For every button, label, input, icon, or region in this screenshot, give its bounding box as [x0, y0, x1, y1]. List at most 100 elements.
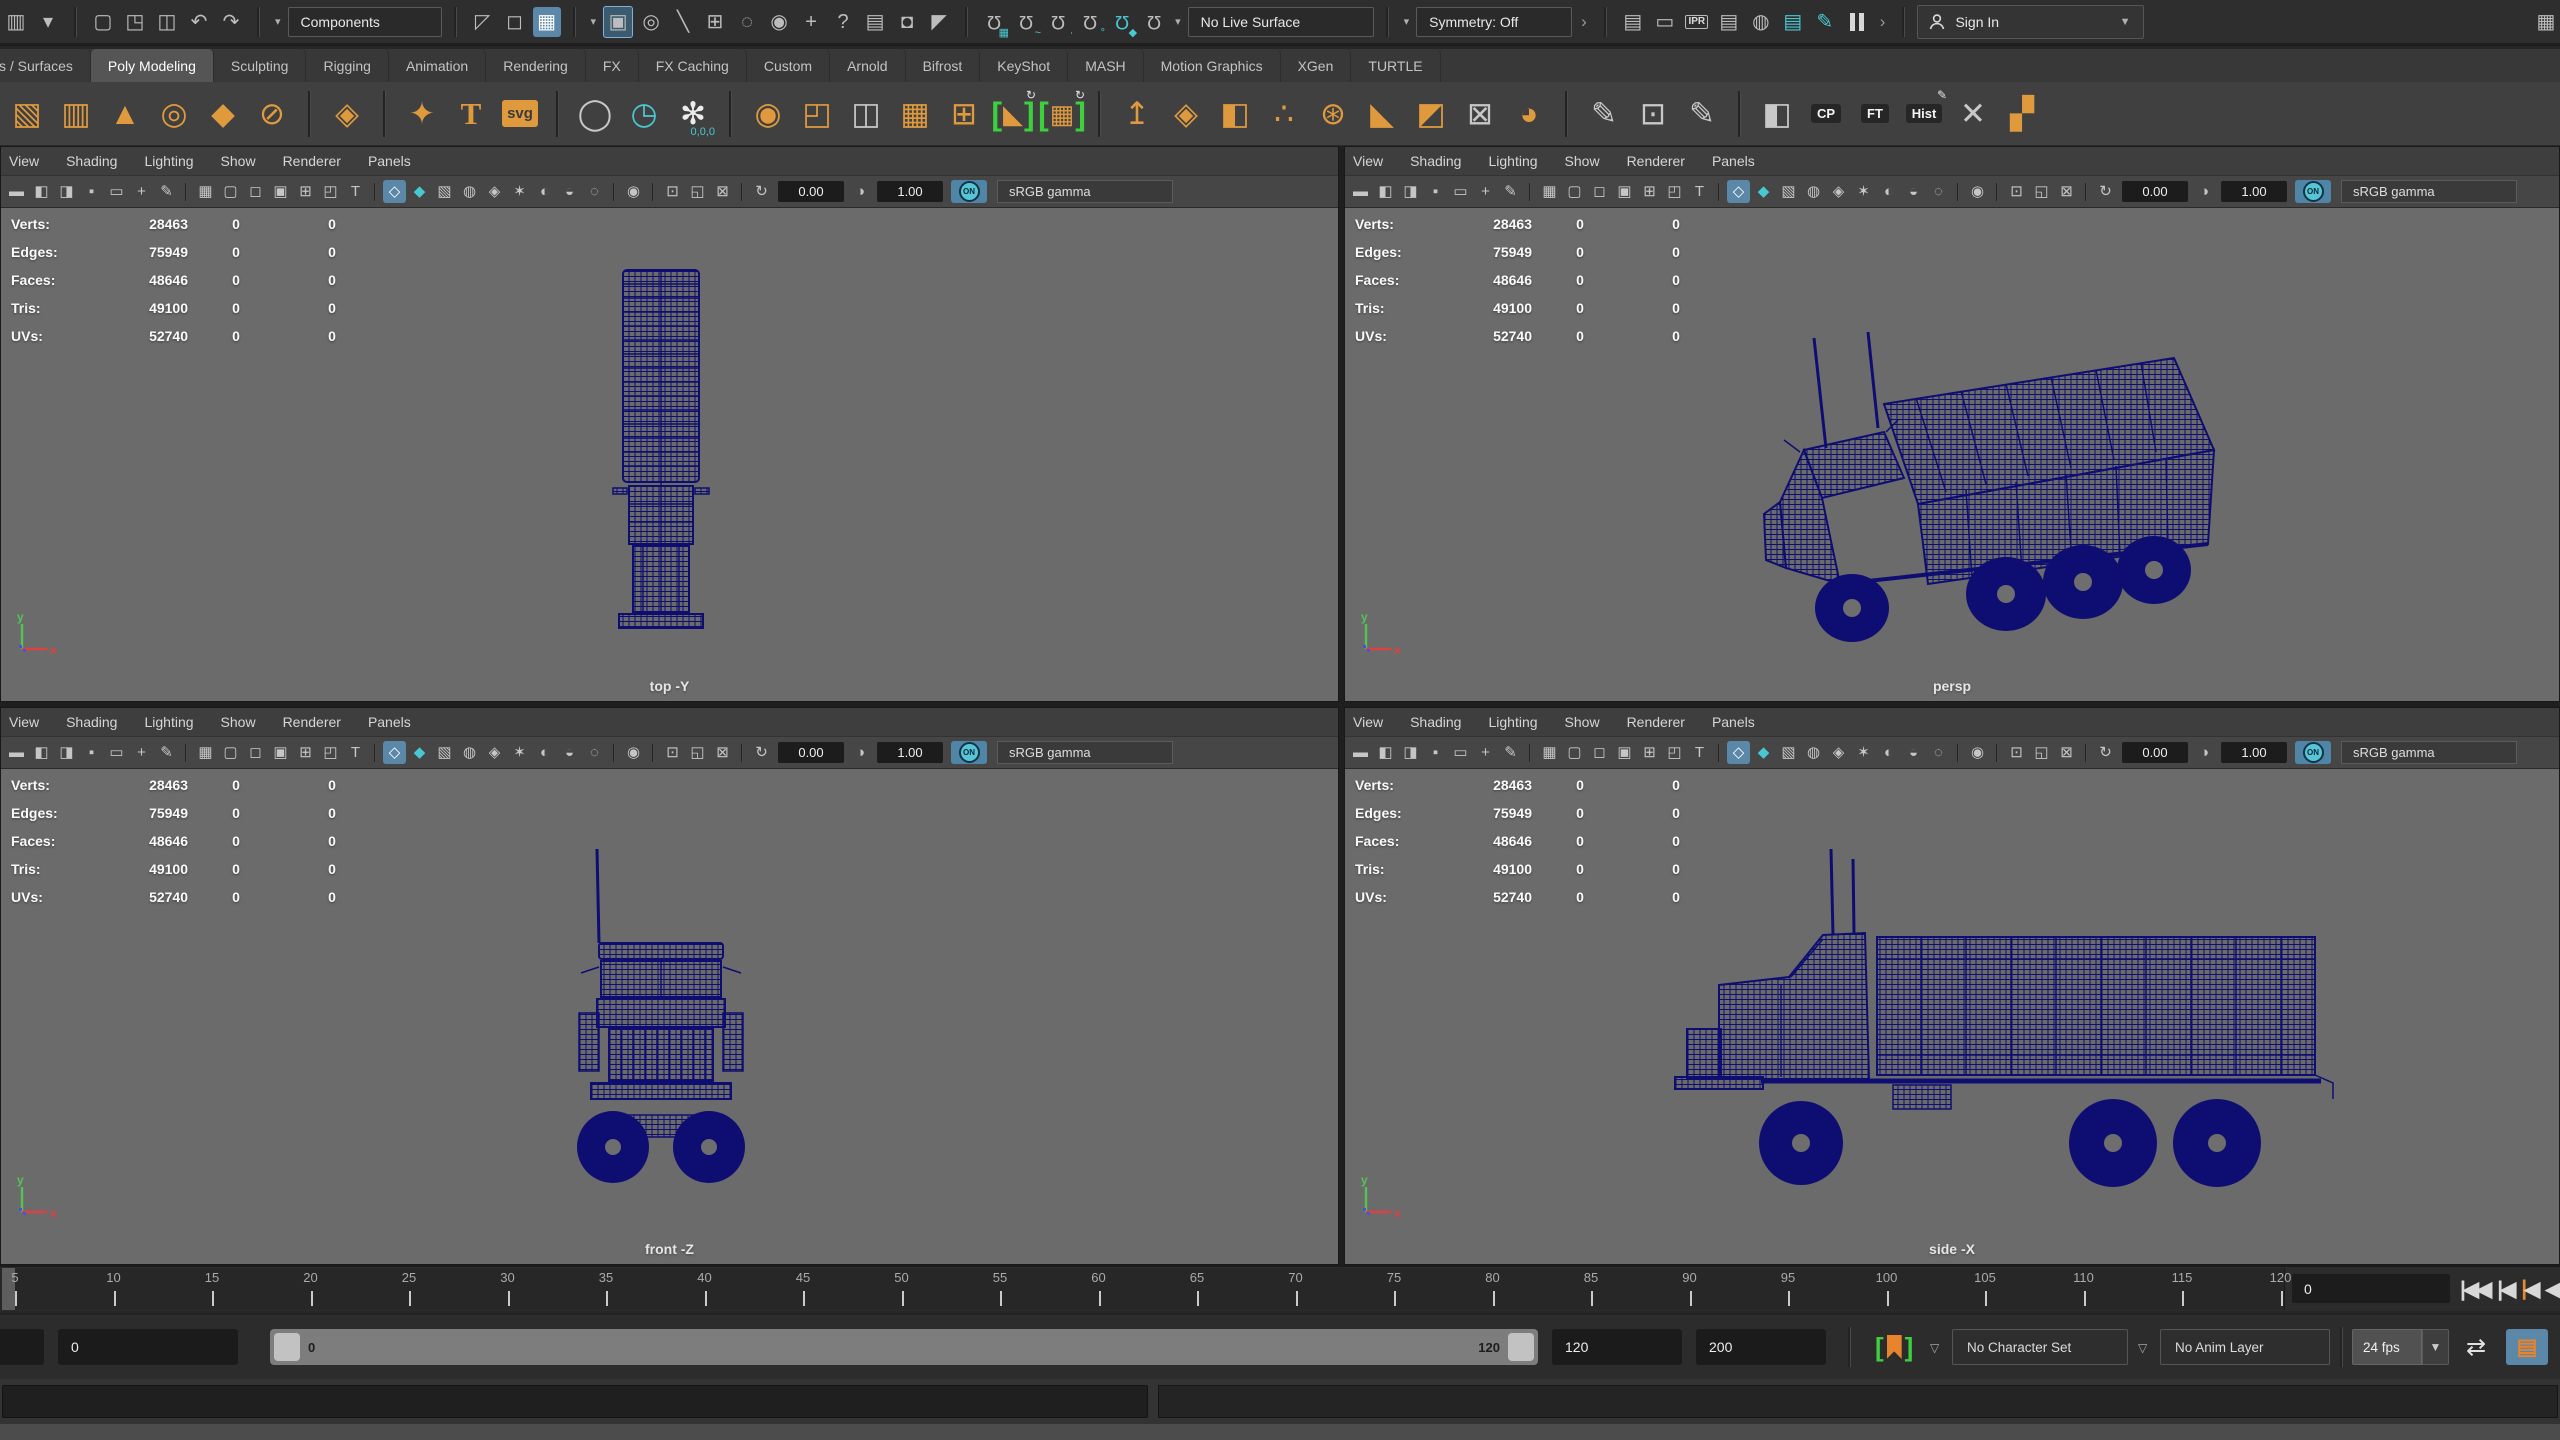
render-view-icon[interactable]: ▤ [1619, 7, 1647, 37]
colorspace-dropdown[interactable]: sRGB gamma [2341, 180, 2517, 203]
sculpt-icon[interactable]: ◕ [1508, 92, 1550, 136]
symmetry-dropdown[interactable]: Symmetry: Off [1416, 7, 1572, 37]
select-component-icon[interactable]: ▦ [533, 7, 561, 37]
snap-projected-center-icon[interactable]: Ω° [1076, 7, 1104, 37]
textured-icon[interactable]: ▧ [433, 741, 456, 764]
grid-icon[interactable]: ▦ [1538, 180, 1561, 203]
color-management-toggle[interactable]: ON [951, 741, 987, 764]
grid-icon[interactable]: ▦ [194, 180, 217, 203]
lights-icon[interactable]: ✶ [508, 180, 531, 203]
poly-cone-icon[interactable]: ▲ [104, 92, 146, 136]
duplicate-view-icon[interactable]: ◱ [2030, 741, 2053, 764]
gamma-field[interactable]: 1.00 [877, 181, 943, 202]
viewport-canvas[interactable]: Verts:2846300Edges:7594900Faces:4864600T… [1, 769, 1338, 1264]
file-new-icon[interactable]: ▢ [89, 7, 117, 37]
lights-icon[interactable]: ✶ [508, 741, 531, 764]
redo-icon[interactable]: ↷ [217, 7, 245, 37]
clock-icon[interactable]: ◷ [623, 92, 665, 136]
gamma-field[interactable]: 1.00 [877, 742, 943, 763]
image-plane-icon[interactable]: ▭ [105, 180, 128, 203]
wireframe-on-shaded-icon[interactable]: ◈ [483, 180, 506, 203]
shelf-tab-fx[interactable]: FX [586, 49, 639, 82]
panel-swatch-icon[interactable]: ▥ [2, 7, 30, 37]
shadows-icon[interactable]: ◐ [1877, 741, 1900, 764]
marking-menu-icon[interactable]: ⊞ [701, 7, 729, 37]
animation-start-field[interactable] [0, 1329, 44, 1365]
collapse-chevron-icon[interactable]: › [1581, 12, 1587, 32]
shelf-tab-rendering[interactable]: Rendering [486, 49, 586, 82]
camera-attributes-icon[interactable]: ◨ [1399, 180, 1422, 203]
panel-caret-icon[interactable]: ▾ [34, 7, 62, 37]
playblast-options-button[interactable]: ▤ [2506, 1329, 2548, 1365]
color-management-toggle[interactable]: ON [2295, 180, 2331, 203]
selection-constraint-icon[interactable]: ◉ [765, 7, 793, 37]
textured-icon[interactable]: ▧ [1777, 180, 1800, 203]
screen-space-ao-icon[interactable]: ◒ [1902, 741, 1925, 764]
screen-space-ao-icon[interactable]: ◒ [558, 180, 581, 203]
gamma-icon[interactable]: ◑ [2193, 180, 2216, 203]
field-chart-icon[interactable]: ⊞ [1638, 741, 1661, 764]
camera-lock-icon[interactable]: ◧ [30, 741, 53, 764]
aspect-ratio-icon[interactable]: ⊠ [711, 180, 734, 203]
use-default-material-icon[interactable]: ◍ [1802, 180, 1825, 203]
film-gate-icon[interactable]: ▢ [219, 741, 242, 764]
viewport-menu-shading[interactable]: Shading [66, 153, 117, 169]
chevron-down-icon[interactable]: ▽ [2138, 1341, 2147, 1355]
fps-dropdown[interactable]: 24 fps [2352, 1329, 2422, 1365]
pick-chooser-icon[interactable]: ▤ [861, 7, 889, 37]
type-tool-icon[interactable]: T [450, 92, 492, 136]
extrude-loop-icon[interactable]: [◣↻] [992, 92, 1034, 136]
camera-lock-icon[interactable]: ◧ [1374, 180, 1397, 203]
range-end-handle[interactable] [1508, 1333, 1534, 1361]
time-ruler[interactable]: 5101520253035404550556065707580859095100… [0, 1268, 2285, 1310]
fill-hole-icon[interactable]: ▦ [894, 92, 936, 136]
workspace-cube-icon[interactable]: ▦ [2532, 7, 2560, 37]
use-default-material-icon[interactable]: ◍ [1802, 741, 1825, 764]
camera-lock-icon[interactable]: ◧ [30, 180, 53, 203]
file-open-icon[interactable]: ◳ [121, 7, 149, 37]
viewport-menu-panels[interactable]: Panels [368, 714, 411, 730]
shelf-tab-motion-graphics[interactable]: Motion Graphics [1144, 49, 1281, 82]
go-to-start-button[interactable]: |◀◀ [2460, 1277, 2489, 1302]
isolate-select-icon[interactable]: ◉ [622, 180, 645, 203]
combine-icon[interactable]: ◰ [796, 92, 838, 136]
shaded-icon[interactable]: ◆ [1752, 180, 1775, 203]
colorspace-dropdown[interactable]: sRGB gamma [997, 180, 1173, 203]
shelf-tab-custom[interactable]: Custom [747, 49, 830, 82]
snapshot-icon[interactable]: ⊡ [661, 741, 684, 764]
gamma-icon[interactable]: ◑ [849, 180, 872, 203]
exposure-icon[interactable]: ↻ [2094, 741, 2117, 764]
poly-torus-icon[interactable]: ◎ [153, 92, 195, 136]
color-management-toggle[interactable]: ON [2295, 741, 2331, 764]
lights-icon[interactable]: ✶ [1852, 741, 1875, 764]
snap-view-plane-icon[interactable]: Ω [1140, 7, 1168, 37]
field-chart-icon[interactable]: ⊞ [294, 180, 317, 203]
safe-title-icon[interactable]: T [344, 741, 367, 764]
multi-cut-icon[interactable]: ⊡ [1632, 92, 1674, 136]
grease-pencil-icon[interactable]: ✎ [1499, 180, 1522, 203]
playback-start-field[interactable]: 0 [58, 1329, 238, 1365]
field-chart-icon[interactable]: ⊞ [1638, 180, 1661, 203]
aspect-ratio-icon[interactable]: ⊠ [711, 741, 734, 764]
camera-attributes-icon[interactable]: ◨ [1399, 741, 1422, 764]
pause-icon[interactable] [1843, 7, 1871, 37]
snap-point-icon[interactable]: Ω∙ [1044, 7, 1072, 37]
soft-select-icon[interactable]: ◌ [733, 7, 761, 37]
snapshot-icon[interactable]: ⊡ [2005, 180, 2028, 203]
anim-layer-dropdown[interactable]: No Anim Layer [2160, 1329, 2330, 1365]
sign-in-dropdown[interactable]: Sign In ▼ [1917, 5, 2144, 39]
chevron-down-icon[interactable]: ▾ [591, 15, 597, 28]
shelf-tab-poly-modeling[interactable]: Poly Modeling [91, 49, 214, 82]
snap-grid-icon[interactable]: Ω▦ [980, 7, 1008, 37]
film-gate-icon[interactable]: ▢ [219, 180, 242, 203]
viewport-menu-show[interactable]: Show [221, 153, 256, 169]
safe-title-icon[interactable]: T [1688, 741, 1711, 764]
safe-action-icon[interactable]: ◰ [1663, 741, 1686, 764]
poly-cylinder-icon[interactable]: ▥ [55, 92, 97, 136]
poly-disc-icon[interactable]: ⊘ [251, 92, 293, 136]
chevron-down-icon[interactable]: ▾ [275, 15, 281, 28]
viewport-menu-view[interactable]: View [9, 714, 39, 730]
origin-snap-icon[interactable]: ✻0,0,0 [672, 92, 714, 136]
flatten-icon[interactable]: ◣ [1361, 92, 1403, 136]
lasso-select-icon[interactable]: ◎ [637, 7, 665, 37]
